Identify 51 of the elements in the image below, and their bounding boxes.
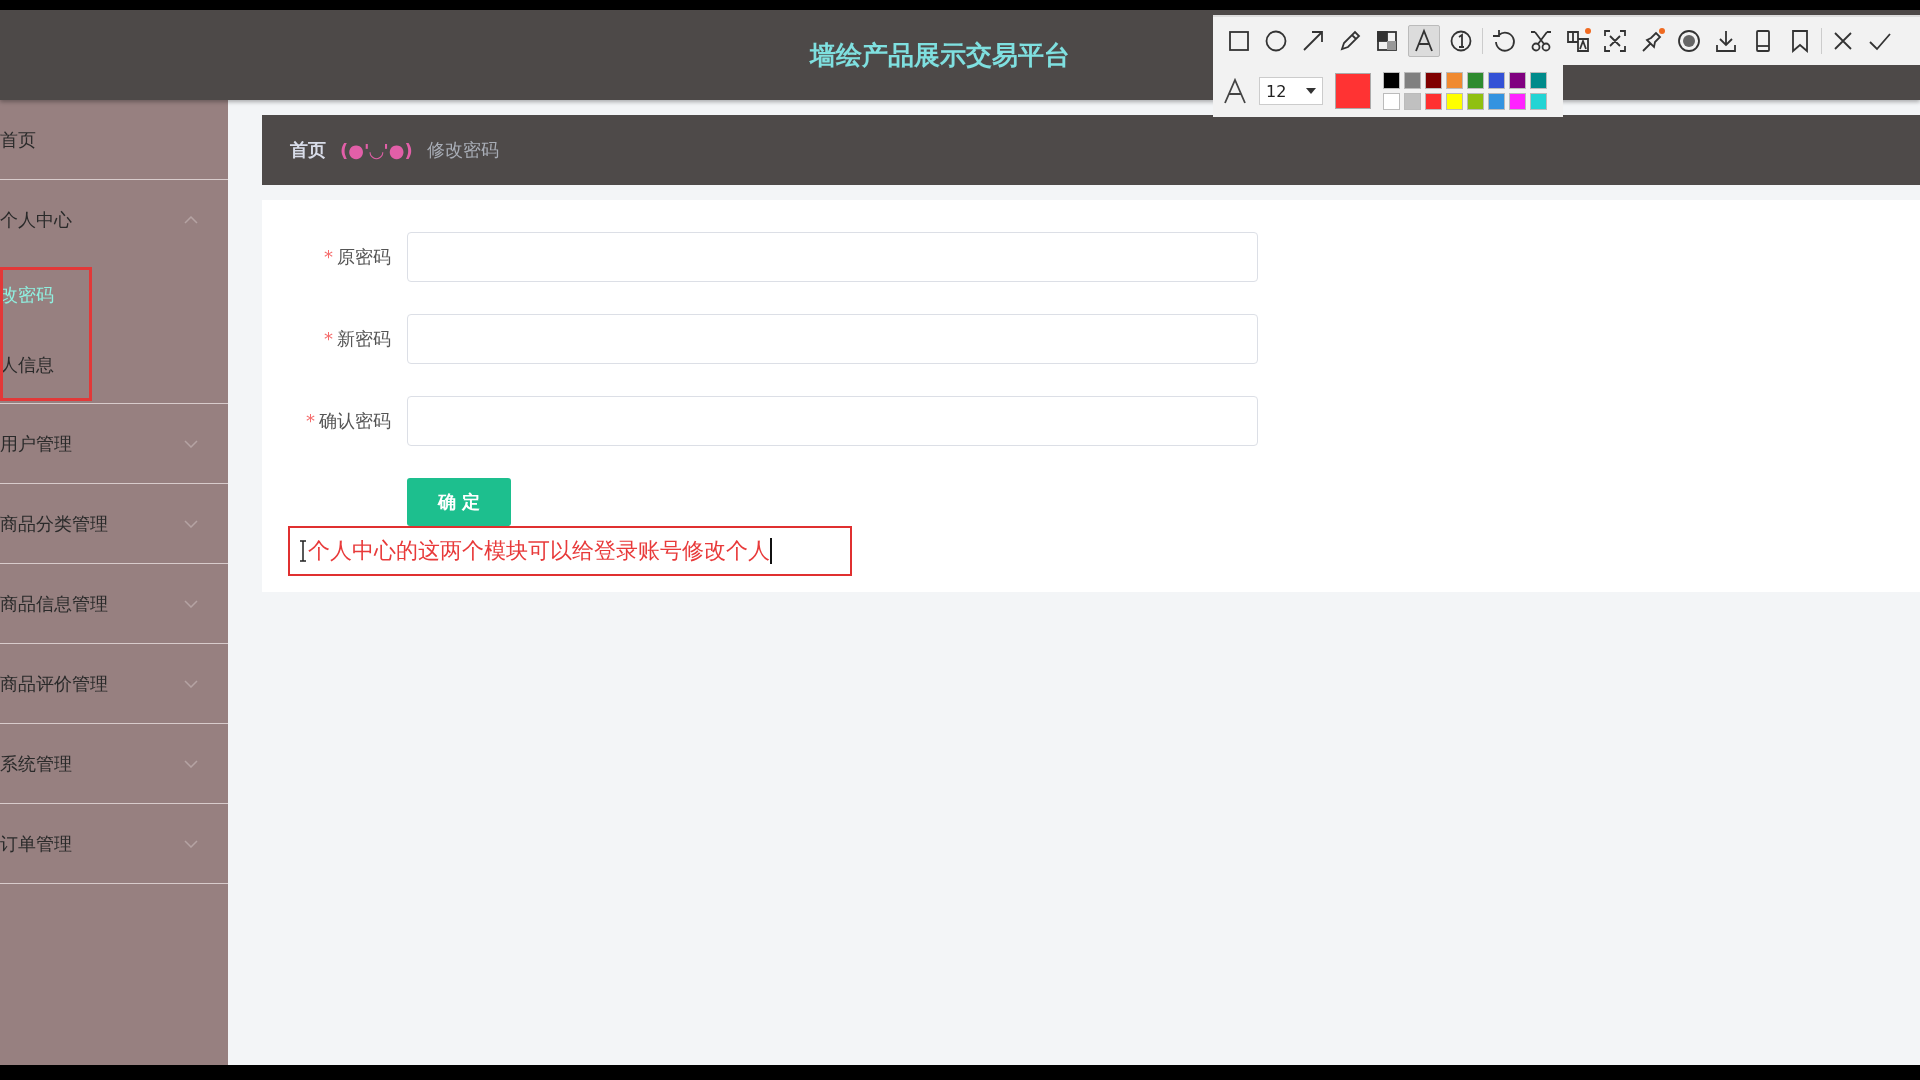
menu-item[interactable]: 个人中心	[0, 180, 228, 260]
chevron-down-icon	[184, 519, 198, 528]
color-swatch[interactable]	[1446, 93, 1463, 110]
chevron-up-icon	[184, 216, 198, 224]
field-label: * 原密码	[323, 245, 392, 269]
current-color-swatch[interactable]	[1335, 73, 1371, 109]
color-swatch[interactable]	[1425, 93, 1442, 110]
annotation-text-box[interactable]: 个人中心的这两个模块可以给登录账号修改个人	[288, 526, 852, 576]
password-field[interactable]	[407, 396, 1258, 446]
color-swatch[interactable]	[1509, 72, 1526, 89]
password-field[interactable]	[407, 314, 1258, 364]
text-caret	[770, 538, 772, 564]
font-size-icon	[1223, 78, 1247, 104]
field-label: * 新密码	[323, 327, 392, 351]
site-title: 墙绘产品展示交易平台	[810, 38, 1070, 72]
chevron-down-icon	[184, 679, 198, 688]
menu-item[interactable]: 首页	[0, 100, 228, 180]
color-swatch[interactable]	[1509, 93, 1526, 110]
menu-item[interactable]: 系统管理	[0, 724, 228, 804]
color-swatch[interactable]	[1488, 93, 1505, 110]
field-label: * 确认密码	[305, 409, 392, 433]
color-swatch[interactable]	[1383, 72, 1400, 89]
color-swatch[interactable]	[1488, 72, 1505, 89]
breadcrumb-current: 修改密码	[426, 138, 499, 162]
chevron-down-icon	[184, 759, 198, 768]
breadcrumb-link[interactable]: 首页	[290, 138, 326, 162]
password-field[interactable]	[407, 232, 1258, 282]
menu-item[interactable]: 商品信息管理	[0, 564, 228, 644]
color-swatch[interactable]	[1404, 93, 1421, 110]
color-swatch[interactable]	[1446, 72, 1463, 89]
menu-item[interactable]: 商品分类管理	[0, 484, 228, 564]
caret-down-icon	[1306, 88, 1316, 94]
color-swatch[interactable]	[1467, 72, 1484, 89]
color-swatch[interactable]	[1425, 72, 1442, 89]
annotation-text: 个人中心的这两个模块可以给登录账号修改个人	[308, 537, 770, 565]
text-cursor-icon	[298, 540, 308, 562]
menu-item[interactable]: 商品评价管理	[0, 644, 228, 724]
chevron-down-icon	[184, 599, 198, 608]
color-swatch[interactable]	[1530, 93, 1547, 110]
confirm-button[interactable]: 确 定	[407, 478, 511, 526]
color-swatch[interactable]	[1383, 93, 1400, 110]
menu-item[interactable]: 订单管理	[0, 804, 228, 884]
breadcrumb-separator: (●'◡'●)	[340, 139, 413, 161]
color-swatch[interactable]	[1530, 72, 1547, 89]
chevron-down-icon	[184, 839, 198, 848]
font-size-select[interactable]: 12	[1259, 77, 1323, 105]
chevron-down-icon	[184, 439, 198, 448]
text-icon[interactable]	[1408, 25, 1440, 57]
menu-item[interactable]: 用户管理	[0, 404, 228, 484]
color-swatch[interactable]	[1467, 93, 1484, 110]
color-swatch[interactable]	[1404, 72, 1421, 89]
